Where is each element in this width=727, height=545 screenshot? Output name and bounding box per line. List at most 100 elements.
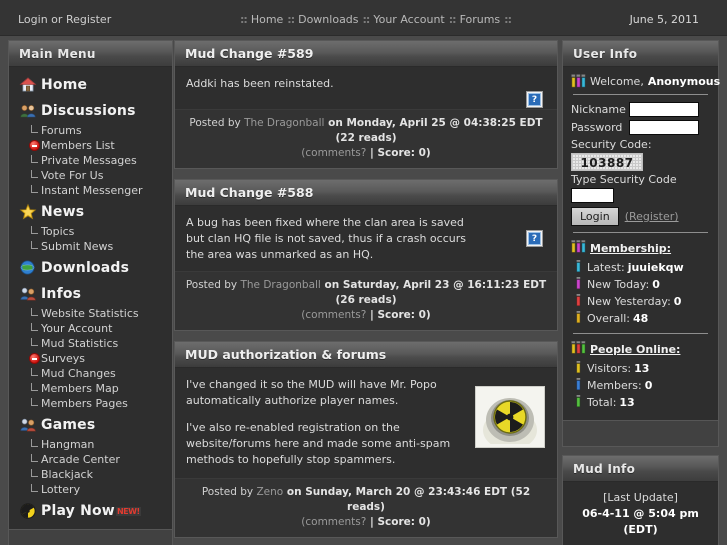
- story-body: I've changed it so the MUD will have Mr.…: [175, 368, 557, 478]
- membership-value: 0: [652, 278, 660, 291]
- sidebar-label-play-now: Play Now: [41, 503, 115, 519]
- comments-link[interactable]: (comments?: [301, 516, 366, 528]
- story-title: MUD authorization & forums: [175, 342, 557, 368]
- security-code-image: 103887: [571, 153, 643, 171]
- security-code-label: Security Code:: [571, 138, 652, 151]
- sidebar-item-mud-changes[interactable]: Mud Changes: [17, 366, 164, 381]
- password-row: Password: [571, 120, 710, 135]
- main-menu-title: Main Menu: [9, 41, 172, 67]
- welcome-text: Welcome,: [590, 74, 644, 88]
- membership-label: New Yesterday:: [587, 295, 671, 308]
- sidebar-item-blackjack[interactable]: Blackjack: [17, 467, 164, 482]
- posted-by-prefix: Posted by: [185, 279, 241, 291]
- story-footer: Posted by The Dragonball on Saturday, Ap…: [175, 271, 557, 330]
- nav-separator-0: ::: [240, 12, 248, 26]
- person-icon: [575, 277, 582, 292]
- story-footer: Posted by Zeno on Sunday, March 20 @ 23:…: [175, 478, 557, 537]
- sidebar-item-members-map[interactable]: Members Map: [17, 381, 164, 396]
- story-score: | Score: 0): [366, 147, 431, 159]
- sidebar-item-mud-statistics[interactable]: Mud Statistics: [17, 336, 164, 351]
- sidebar-label-forums: Forums: [41, 124, 82, 137]
- sidebar-item-hangman[interactable]: Hangman: [17, 437, 164, 452]
- story-date: on Saturday, April 23 @ 16:11:23 EDT (26…: [320, 279, 547, 306]
- nickname-input[interactable]: [629, 102, 699, 117]
- tee-icon: [27, 155, 41, 166]
- person-icon: [575, 395, 582, 410]
- sidebar-item-surveys[interactable]: Surveys: [17, 351, 164, 366]
- sidebar-item-home[interactable]: Home: [17, 73, 164, 97]
- main-nav: :: Home:: Downloads:: Your Account:: Forums:…: [238, 13, 513, 26]
- sidebar-item-submit-news[interactable]: Submit News: [17, 239, 164, 254]
- register-link[interactable]: Register: [66, 13, 111, 26]
- sidebar-item-instant-messenger[interactable]: Instant Messenger: [17, 183, 164, 198]
- story-paragraph: A bug has been fixed where the clan area…: [186, 216, 466, 261]
- sidebar-item-arcade-center[interactable]: Arcade Center: [17, 452, 164, 467]
- sidebar-item-vote-for-us[interactable]: Vote For Us: [17, 168, 164, 183]
- tee-icon: [27, 383, 41, 394]
- tee-icon: [27, 170, 41, 181]
- broken-image-icon: ?: [526, 91, 543, 108]
- sidebar-label-members-pages: Members Pages: [41, 397, 128, 410]
- sidebar-item-play-now[interactable]: Play Now NEW!: [17, 499, 164, 523]
- membership-heading-row: Membership:: [571, 240, 710, 256]
- divider: [573, 333, 708, 334]
- login-link[interactable]: Login: [18, 13, 48, 26]
- sidebar-item-infos[interactable]: Infos: [17, 282, 164, 306]
- tee-icon: [27, 469, 41, 480]
- divider: [573, 94, 708, 95]
- sidebar-item-games[interactable]: Games: [17, 413, 164, 437]
- sidebar-item-members-pages[interactable]: Members Pages: [17, 396, 164, 411]
- nav-separator-2: ::: [362, 12, 371, 26]
- nav-home[interactable]: Home: [251, 13, 283, 26]
- tee-icon: [27, 125, 41, 136]
- sidebar-item-topics[interactable]: Topics: [17, 224, 164, 239]
- posted-by-prefix: Posted by: [189, 117, 245, 129]
- tee-icon: [27, 185, 41, 196]
- sidebar-item-news[interactable]: News: [17, 200, 164, 224]
- story-author[interactable]: The Dragonball: [244, 117, 324, 129]
- main-menu-footer: [9, 529, 172, 545]
- submenu-infos: Website Statistics Your Account Mud Stat…: [17, 306, 164, 411]
- submenu-discussions: Forums Members List Private Messages Vot…: [17, 123, 164, 198]
- games-people-icon: [19, 416, 37, 434]
- posted-by-prefix: Posted by: [201, 486, 257, 498]
- person-icon: [575, 311, 582, 326]
- sidebar-item-your-account[interactable]: Your Account: [17, 321, 164, 336]
- sidebar-label-website-statistics: Website Statistics: [41, 307, 139, 320]
- comments-link[interactable]: (comments?: [301, 309, 366, 321]
- register-link-sidebar[interactable]: (Register): [625, 210, 679, 223]
- password-input[interactable]: [629, 120, 699, 135]
- login-button[interactable]: Login: [571, 207, 619, 226]
- story-date: on Monday, April 25 @ 04:38:25 EDT (22 r…: [324, 117, 543, 144]
- login-row: Login (Register): [571, 207, 710, 226]
- globe-icon: [19, 259, 37, 277]
- membership-label: New Today:: [587, 278, 650, 291]
- tee-icon: [27, 338, 41, 349]
- sidebar-item-discussions[interactable]: Discussions: [17, 99, 164, 123]
- password-label: Password: [571, 121, 623, 134]
- tee-icon: [27, 241, 41, 252]
- user-info-block: User Info Welcome, Anonymous Nickname Pa…: [562, 40, 720, 447]
- comments-link[interactable]: (comments?: [301, 147, 366, 159]
- sidebar-item-forums[interactable]: Forums: [17, 123, 164, 138]
- sidebar-item-downloads[interactable]: Downloads: [17, 256, 164, 280]
- people-label: Total:: [587, 396, 617, 409]
- sidebar-item-private-messages[interactable]: Private Messages: [17, 153, 164, 168]
- story-author[interactable]: The Dragonball: [240, 279, 320, 291]
- membership-label: Latest:: [587, 261, 625, 274]
- sidebar-label-surveys: Surveys: [41, 352, 85, 365]
- nav-downloads[interactable]: Downloads: [298, 13, 358, 26]
- story-author[interactable]: Zeno: [256, 486, 283, 498]
- nav-your-account[interactable]: Your Account: [373, 13, 444, 26]
- story-title: Mud Change #588: [175, 180, 557, 206]
- sidebar-item-lottery[interactable]: Lottery: [17, 482, 164, 497]
- welcome-row: Welcome, Anonymous: [571, 74, 720, 88]
- nav-forums[interactable]: Forums: [460, 13, 501, 26]
- tee-icon: [27, 439, 41, 450]
- sidebar-label-vote-for-us: Vote For Us: [41, 169, 104, 182]
- sidebar-item-website-statistics[interactable]: Website Statistics: [17, 306, 164, 321]
- sidebar-label-private-messages: Private Messages: [41, 154, 137, 167]
- security-code-input[interactable]: [571, 188, 614, 203]
- nav-separator-3: ::: [448, 12, 457, 26]
- sidebar-item-members-list[interactable]: Members List: [17, 138, 164, 153]
